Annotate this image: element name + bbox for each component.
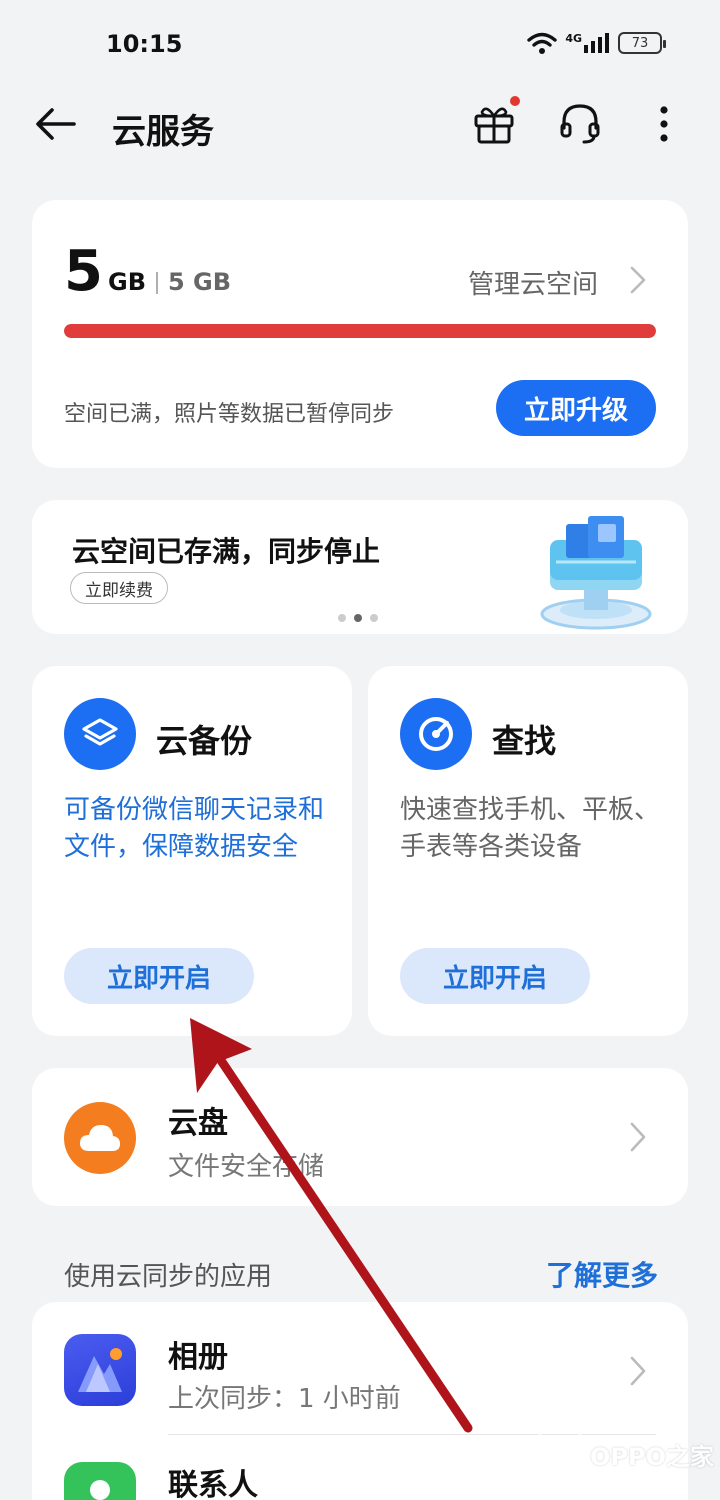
- enable-backup-button[interactable]: 立即开启: [64, 948, 254, 1004]
- wifi-icon: [527, 32, 558, 54]
- album-icon: [64, 1334, 136, 1406]
- carousel-dot: [354, 614, 362, 622]
- list-item-subtitle: 上次同步：1 小时前: [168, 1384, 401, 1414]
- watermark-logo-icon: [538, 1430, 582, 1478]
- list-item-title[interactable]: 相册: [168, 1332, 228, 1376]
- renew-chip[interactable]: 立即续费: [70, 572, 168, 604]
- manage-storage-link[interactable]: 管理云空间: [468, 264, 598, 301]
- more-vertical-icon: [660, 106, 668, 142]
- storage-status-text: 空间已满，照片等数据已暂停同步: [64, 402, 395, 427]
- arrow-left-icon: [36, 108, 76, 140]
- signal-icon: [584, 33, 609, 53]
- cloud-backup-description: 可备份微信聊天记录和文件，保障数据安全: [64, 795, 325, 862]
- find-device-card[interactable]: 查找 快速查找手机、平板、手表等各类设备 立即开启: [368, 666, 688, 1036]
- back-button[interactable]: [34, 104, 78, 144]
- enable-find-button[interactable]: 立即开启: [400, 948, 590, 1004]
- gift-button[interactable]: [470, 100, 518, 148]
- storage-divider: [156, 272, 158, 294]
- banner-title: 云空间已存满，同步停止: [72, 535, 381, 568]
- carousel-indicator: [338, 614, 378, 622]
- learn-more-link[interactable]: 了解更多: [546, 1254, 658, 1294]
- cloud-drive-title: 云盘: [168, 1106, 228, 1141]
- chevron-right-icon[interactable]: [628, 264, 648, 296]
- list-item-title[interactable]: 联系人: [168, 1460, 258, 1500]
- synced-apps-section-title: 使用云同步的应用: [64, 1262, 273, 1292]
- chevron-right-icon: [628, 1120, 648, 1154]
- find-device-title: 查找: [492, 722, 557, 760]
- customer-service-button[interactable]: [556, 100, 604, 148]
- status-icons: 4G 73: [527, 32, 666, 54]
- battery-level: 73: [631, 35, 649, 51]
- chevron-right-icon: [628, 1354, 648, 1388]
- find-device-description: 快速查找手机、平板、手表等各类设备: [400, 795, 661, 862]
- cloud-icon: [64, 1102, 136, 1174]
- storage-progress-fill: [64, 324, 656, 338]
- notification-dot: [510, 96, 520, 106]
- storage-total: 5 GB: [168, 268, 232, 296]
- contacts-icon: [64, 1462, 136, 1500]
- layers-icon: [64, 698, 136, 770]
- page-title: 云服务: [112, 112, 214, 152]
- upgrade-button[interactable]: 立即升级: [496, 380, 656, 436]
- cloud-backup-card[interactable]: 云备份 可备份微信聊天记录和文件，保障数据安全 立即开启: [32, 666, 352, 1036]
- carousel-dot: [338, 614, 346, 622]
- radar-icon: [400, 698, 472, 770]
- carousel-dot: [370, 614, 378, 622]
- gift-icon: [474, 107, 514, 144]
- cloud-drive-subtitle: 文件安全存储: [168, 1152, 325, 1182]
- watermark: OPPO之家: [538, 1430, 714, 1478]
- storage-used-value: 5: [64, 239, 103, 304]
- storage-card: 5 GB 5 GB 管理云空间 空间已满，照片等数据已暂停同步 立即升级: [32, 200, 688, 468]
- cloud-drive-row[interactable]: 云盘 文件安全存储: [32, 1068, 688, 1206]
- cloud-backup-title: 云备份: [156, 722, 253, 760]
- promo-banner[interactable]: 云空间已存满，同步停止 立即续费: [32, 500, 688, 634]
- headset-icon: [560, 104, 600, 144]
- more-options-button[interactable]: [644, 100, 684, 148]
- status-time: 10:15: [106, 30, 183, 58]
- signal-indicator: 4G: [565, 33, 610, 53]
- watermark-text: OPPO之家: [590, 1442, 714, 1471]
- storage-progress-bar: [64, 324, 656, 338]
- network-type: 4G: [565, 32, 582, 45]
- cloud-storage-illustration: [536, 510, 656, 634]
- storage-used-unit: GB: [108, 268, 146, 296]
- battery-icon: 73: [618, 32, 666, 54]
